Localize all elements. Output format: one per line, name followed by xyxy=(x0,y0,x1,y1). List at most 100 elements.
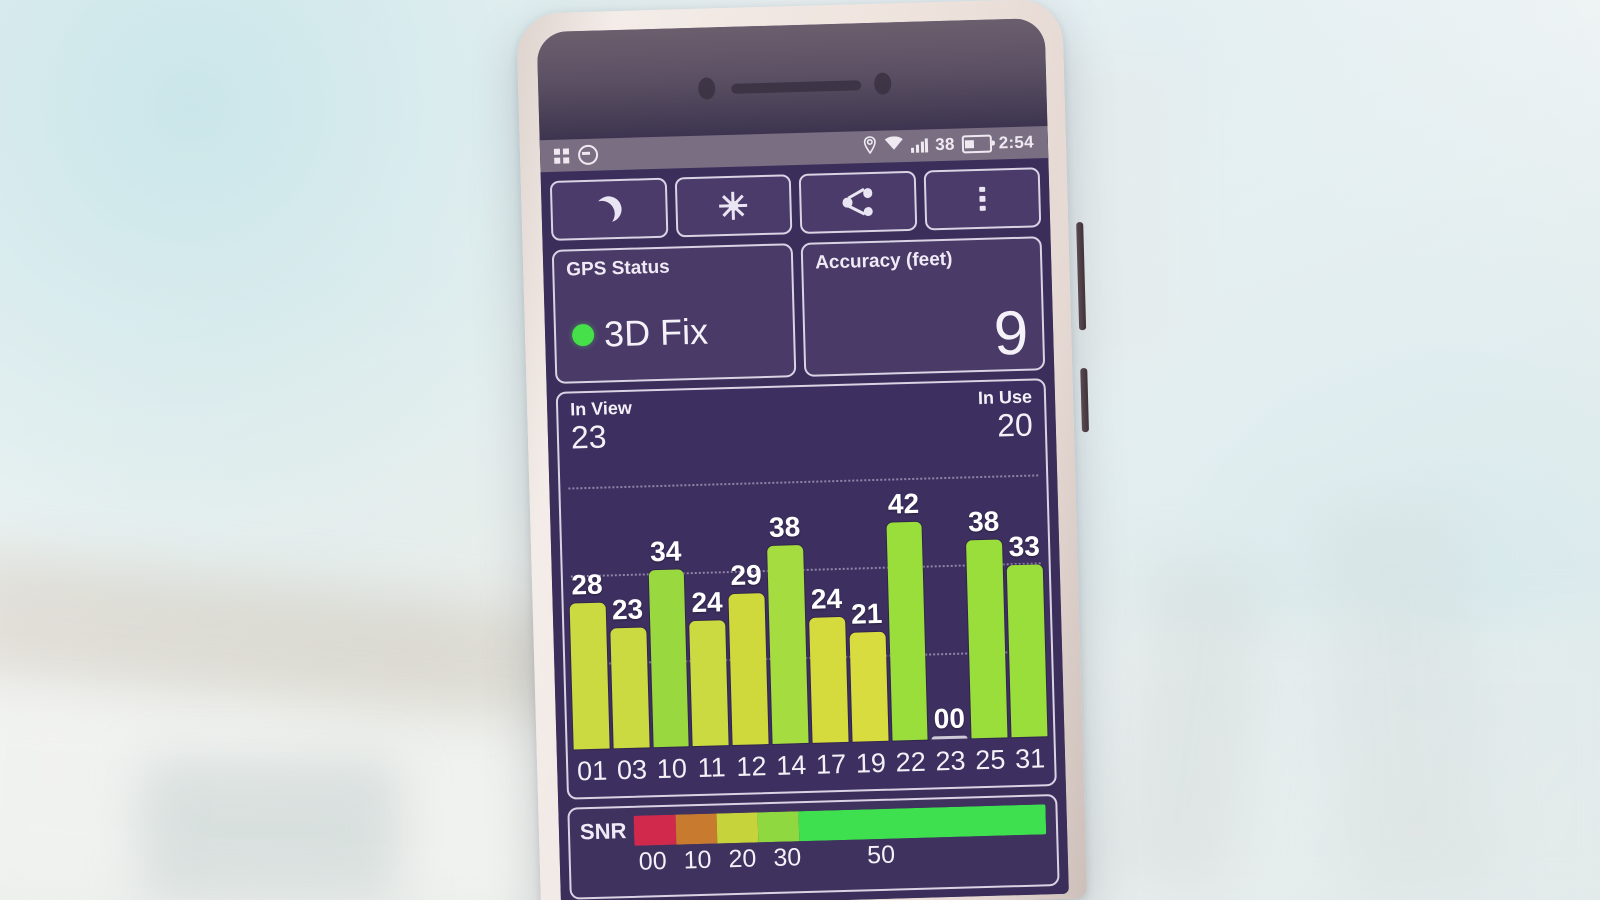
snr-tick: 50 xyxy=(866,840,896,870)
satellite-bar[interactable]: 00 xyxy=(925,479,968,740)
signal-bars-icon xyxy=(911,138,929,153)
x-axis-tick: 03 xyxy=(616,753,648,785)
x-axis-tick: 11 xyxy=(697,751,727,783)
satellite-bar[interactable]: 24 xyxy=(805,482,849,743)
chart-plot-area: 28 23 34 24 29 38 24 21 42 00 38 33 xyxy=(566,476,1048,750)
bar-value-label: 24 xyxy=(691,586,724,619)
satellite-bar[interactable]: 28 xyxy=(566,489,610,750)
x-axis-tick: 23 xyxy=(935,745,966,776)
snr-tick: 10 xyxy=(683,845,712,875)
snr-color-segment xyxy=(675,813,718,845)
x-axis-tick: 12 xyxy=(735,750,767,782)
bar-value-label: 38 xyxy=(967,505,1000,538)
bar-rect xyxy=(849,631,889,742)
x-axis-tick: 25 xyxy=(974,743,1006,775)
earpiece-speaker xyxy=(731,80,862,94)
bar-rect xyxy=(610,627,650,749)
signal-strength-value: 38 xyxy=(934,134,955,155)
gps-status-app: GPS Status 3D Fix Accuracy (feet) 9 In V… xyxy=(541,158,1069,900)
satellite-bar[interactable]: 23 xyxy=(606,487,650,749)
bar-value-label: 28 xyxy=(570,569,603,601)
bar-value-label: 21 xyxy=(850,597,883,630)
accuracy-card[interactable]: Accuracy (feet) 9 xyxy=(800,236,1046,377)
snr-legend-label: SNR xyxy=(579,818,627,845)
phone-screen-glass: 38 2:54 GPS Status 3D Fix Accuracy (feet… xyxy=(536,18,1069,900)
day-mode-button[interactable] xyxy=(674,174,793,238)
bar-rect xyxy=(767,545,809,744)
bar-rect xyxy=(809,617,849,743)
smartphone-device: 38 2:54 GPS Status 3D Fix Accuracy (feet… xyxy=(516,0,1101,900)
snr-legend-card: SNR 00 10 20 30 50 xyxy=(567,794,1060,900)
bar-series: 28 23 34 24 29 38 24 21 42 00 38 33 xyxy=(566,476,1048,750)
location-pin-icon xyxy=(863,135,878,158)
night-mode-button[interactable] xyxy=(549,177,668,241)
bar-value-label: 34 xyxy=(649,535,682,568)
share-button[interactable] xyxy=(798,170,917,234)
satellite-bar[interactable]: 24 xyxy=(686,485,729,747)
bar-value-label: 23 xyxy=(611,593,644,626)
gps-status-card[interactable]: GPS Status 3D Fix xyxy=(551,243,797,384)
overflow-menu-button[interactable] xyxy=(923,167,1042,231)
screenshot-stage: 38 2:54 GPS Status 3D Fix Accuracy (feet… xyxy=(0,0,1600,900)
x-axis-tick: 01 xyxy=(576,755,608,786)
bar-value-label: 33 xyxy=(1008,530,1041,563)
x-axis-tick: 10 xyxy=(656,752,688,784)
bar-rect xyxy=(966,539,1008,739)
status-indicator-dot xyxy=(571,323,595,347)
share-icon xyxy=(842,187,874,217)
snr-color-segment xyxy=(716,812,759,844)
x-axis-tick: 19 xyxy=(855,747,887,779)
snr-color-segment xyxy=(634,814,676,846)
snr-tick: 30 xyxy=(773,843,802,872)
bar-rect xyxy=(1006,564,1048,738)
gps-fix-value: 3D Fix xyxy=(603,310,709,355)
satellite-bar[interactable]: 34 xyxy=(646,486,690,748)
snr-color-segment xyxy=(798,804,1047,842)
wifi-icon xyxy=(884,136,905,157)
bar-value-label: 38 xyxy=(768,511,801,544)
bar-value-label: 24 xyxy=(810,583,843,616)
satellite-bar[interactable]: 42 xyxy=(885,480,928,741)
snr-tick: 00 xyxy=(638,846,668,876)
background-blur-shape xyxy=(140,760,400,900)
x-axis-tick: 17 xyxy=(815,748,847,780)
gps-status-title: GPS Status xyxy=(565,256,671,281)
bar-value-label: 00 xyxy=(933,702,966,735)
do-not-disturb-icon xyxy=(577,144,599,166)
bar-rect xyxy=(728,593,769,746)
bar-rect xyxy=(689,620,729,747)
accuracy-title: Accuracy (feet) xyxy=(814,248,953,274)
x-axis-tick: 14 xyxy=(775,749,807,781)
snr-color-segment xyxy=(757,811,800,843)
x-axis-tick: 31 xyxy=(1014,742,1046,774)
satellite-bar[interactable]: 33 xyxy=(1004,476,1048,738)
bar-rect xyxy=(886,521,928,741)
satellite-bar[interactable]: 29 xyxy=(726,484,769,746)
gps-fix-row: 3D Fix xyxy=(571,310,709,355)
satellite-bar[interactable]: 38 xyxy=(765,483,809,744)
summary-cards: GPS Status 3D Fix Accuracy (feet) 9 xyxy=(551,236,1046,384)
bar-rect xyxy=(569,602,610,750)
bar-value-label: 29 xyxy=(730,559,763,592)
sun-icon xyxy=(719,191,748,220)
proximity-sensor-icon xyxy=(873,72,892,95)
status-bar-right: 38 2:54 xyxy=(863,131,1034,159)
bar-rect xyxy=(648,569,690,748)
bar-value-label: 42 xyxy=(887,487,920,520)
phone-top-bezel xyxy=(536,18,1048,141)
moon-icon xyxy=(592,193,625,226)
front-camera-icon xyxy=(697,77,716,100)
x-axis-tick: 22 xyxy=(895,746,927,778)
status-bar-clock: 2:54 xyxy=(998,132,1035,153)
app-screen: 38 2:54 GPS Status 3D Fix Accuracy (feet… xyxy=(539,126,1069,900)
status-bar-left xyxy=(553,144,599,166)
satellite-bar[interactable]: 38 xyxy=(965,477,1008,739)
snr-tick: 20 xyxy=(728,844,757,874)
app-toolbar xyxy=(549,167,1042,241)
satellite-bar[interactable]: 21 xyxy=(845,481,889,742)
battery-icon xyxy=(961,134,992,154)
accuracy-value: 9 xyxy=(992,298,1030,369)
overflow-menu-icon xyxy=(979,186,986,212)
satellite-snr-chart[interactable]: In View 23 In Use 20 28 23 34 24 29 38 24 21 42 0… xyxy=(555,378,1057,800)
apps-grid-icon xyxy=(553,147,570,164)
